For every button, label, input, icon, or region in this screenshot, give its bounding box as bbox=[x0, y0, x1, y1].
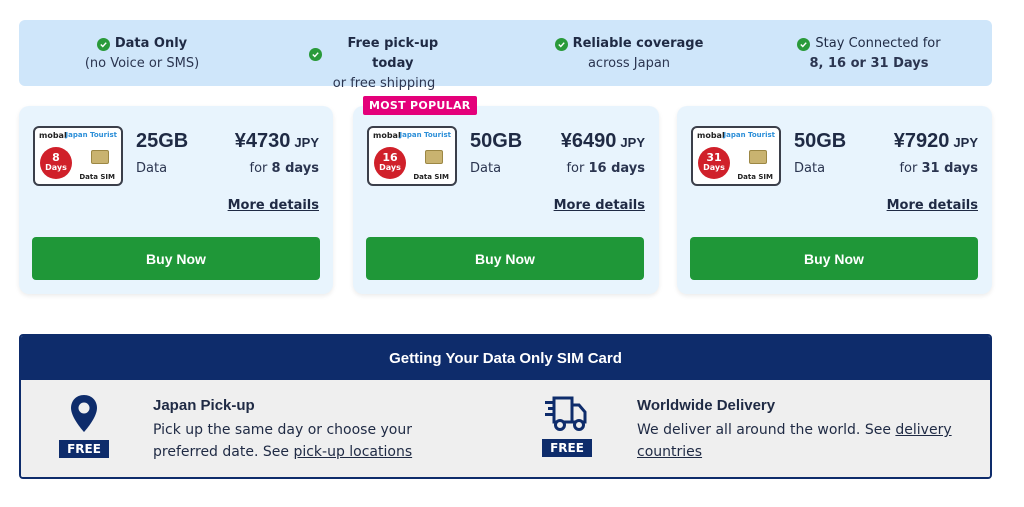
free-badge: FREE bbox=[542, 439, 592, 457]
sim-card-image: mobal Japan Tourist 16 Days Data SIM bbox=[367, 126, 457, 186]
sim-days-number: 16 bbox=[382, 151, 398, 164]
sim-brand: mobal bbox=[39, 131, 67, 140]
delivery-countries-link-cont[interactable]: countries bbox=[637, 444, 702, 460]
for-prefix: for bbox=[249, 161, 268, 176]
sim-tag: Japan Tourist bbox=[399, 131, 452, 139]
check-icon bbox=[797, 37, 811, 51]
worldwide-line1: We deliver all around the world. See bbox=[637, 422, 896, 438]
feature-duration: Stay Connected for 8, 16 or 31 Days bbox=[789, 34, 949, 74]
more-details-link[interactable]: More details bbox=[228, 198, 319, 213]
pickup-line2: preferred date. See bbox=[153, 444, 294, 460]
sim-chip-icon bbox=[91, 150, 109, 164]
most-popular-badge: MOST POPULAR bbox=[363, 96, 477, 115]
plan-data-amount: 50GB bbox=[470, 130, 523, 152]
sim-type: Data SIM bbox=[737, 173, 773, 181]
check-icon bbox=[309, 47, 322, 61]
plan-data-amount: 25GB bbox=[136, 130, 189, 152]
price-currency: JPY bbox=[953, 135, 978, 150]
more-details-link[interactable]: More details bbox=[887, 198, 978, 213]
price-value: ¥6490 bbox=[560, 130, 617, 152]
sim-days-label: Days bbox=[379, 163, 401, 172]
sim-days-number: 31 bbox=[706, 151, 722, 164]
days-text: 16 days bbox=[588, 161, 645, 176]
plan-duration: for 16 days bbox=[566, 161, 645, 176]
sim-days-label: Days bbox=[45, 163, 67, 172]
sim-type: Data SIM bbox=[413, 173, 449, 181]
plan-card-16-days: mobal Japan Tourist 16 Days Data SIM 50G… bbox=[353, 106, 659, 294]
plan-data-label: Data bbox=[136, 161, 168, 176]
pickup-line1: Pick up the same day or choose your bbox=[153, 422, 412, 438]
plan-price: ¥4730 JPY bbox=[235, 130, 319, 153]
delivery-options: FREE Japan Pick-up Pick up the same day … bbox=[21, 380, 990, 477]
plan-price: ¥6490 JPY bbox=[561, 130, 645, 153]
feature-pickup: Free pick-up today or free shipping bbox=[309, 34, 459, 94]
more-details-link[interactable]: More details bbox=[554, 198, 645, 213]
sim-days-number: 8 bbox=[52, 151, 60, 164]
price-value: ¥7920 bbox=[893, 130, 950, 152]
pickup-title: Japan Pick-up bbox=[153, 397, 255, 414]
worldwide-text: We deliver all around the world. See del… bbox=[637, 419, 977, 463]
feature-coverage: Reliable coverage across Japan bbox=[554, 34, 704, 74]
sim-brand: mobal bbox=[373, 131, 401, 140]
map-pin-icon bbox=[69, 394, 99, 438]
plan-duration: for 8 days bbox=[250, 161, 319, 176]
feature-sub: (no Voice or SMS) bbox=[84, 56, 200, 71]
feature-data-only: Data Only (no Voice or SMS) bbox=[82, 34, 202, 74]
delivery-truck-icon bbox=[544, 396, 588, 436]
feature-sub: or free shipping bbox=[332, 76, 436, 91]
buy-now-button[interactable]: Buy Now bbox=[32, 237, 320, 280]
delivery-section: Getting Your Data Only SIM Card FREE Jap… bbox=[19, 334, 992, 479]
free-badge: FREE bbox=[59, 440, 109, 458]
sim-brand: mobal bbox=[697, 131, 725, 140]
feature-sub: across Japan bbox=[587, 56, 671, 71]
price-value: ¥4730 bbox=[234, 130, 291, 152]
delivery-heading: Getting Your Data Only SIM Card bbox=[21, 336, 990, 380]
buy-now-button[interactable]: Buy Now bbox=[366, 237, 644, 280]
feature-title: Stay Connected for bbox=[815, 36, 941, 51]
check-icon bbox=[554, 37, 568, 51]
sim-card-image: mobal Japan Tourist 8 Days Data SIM bbox=[33, 126, 123, 186]
sim-tag: Japan Tourist bbox=[723, 131, 776, 139]
for-prefix: for bbox=[566, 161, 585, 176]
sim-days-badge: 8 Days bbox=[40, 147, 72, 179]
plan-data-label: Data bbox=[470, 161, 502, 176]
plan-price: ¥7920 JPY bbox=[894, 130, 978, 153]
sim-chip-icon bbox=[749, 150, 767, 164]
features-bar: Data Only (no Voice or SMS) Free pick-up… bbox=[19, 20, 992, 91]
sim-days-badge: 31 Days bbox=[698, 147, 730, 179]
feature-title: Data Only bbox=[114, 36, 188, 51]
pickup-text: Pick up the same day or choose your pref… bbox=[153, 419, 473, 463]
for-prefix: for bbox=[899, 161, 918, 176]
plan-data-label: Data bbox=[794, 161, 826, 176]
buy-now-button[interactable]: Buy Now bbox=[690, 237, 978, 280]
sim-tag: Japan Tourist bbox=[65, 131, 118, 139]
sim-type: Data SIM bbox=[79, 173, 115, 181]
price-currency: JPY bbox=[294, 135, 319, 150]
price-currency: JPY bbox=[620, 135, 645, 150]
worldwide-title: Worldwide Delivery bbox=[637, 397, 776, 414]
sim-chip-icon bbox=[425, 150, 443, 164]
plan-card-8-days: mobal Japan Tourist 8 Days Data SIM 25GB… bbox=[19, 106, 333, 294]
feature-title: Reliable coverage bbox=[572, 36, 704, 51]
sim-card-image: mobal Japan Tourist 31 Days Data SIM bbox=[691, 126, 781, 186]
feature-title: Free pick-up today bbox=[347, 36, 439, 71]
plan-data-amount: 50GB bbox=[794, 130, 847, 152]
days-text: 8 days bbox=[271, 161, 319, 176]
pickup-locations-link[interactable]: pick-up locations bbox=[293, 444, 412, 460]
delivery-countries-link[interactable]: delivery bbox=[895, 422, 951, 438]
days-text: 31 days bbox=[921, 161, 978, 176]
check-icon bbox=[96, 37, 110, 51]
feature-sub: 8, 16 or 31 Days bbox=[809, 56, 929, 71]
plan-duration: for 31 days bbox=[899, 161, 978, 176]
sim-days-label: Days bbox=[703, 163, 725, 172]
sim-days-badge: 16 Days bbox=[374, 147, 406, 179]
plan-card-31-days: mobal Japan Tourist 31 Days Data SIM 50G… bbox=[677, 106, 992, 294]
